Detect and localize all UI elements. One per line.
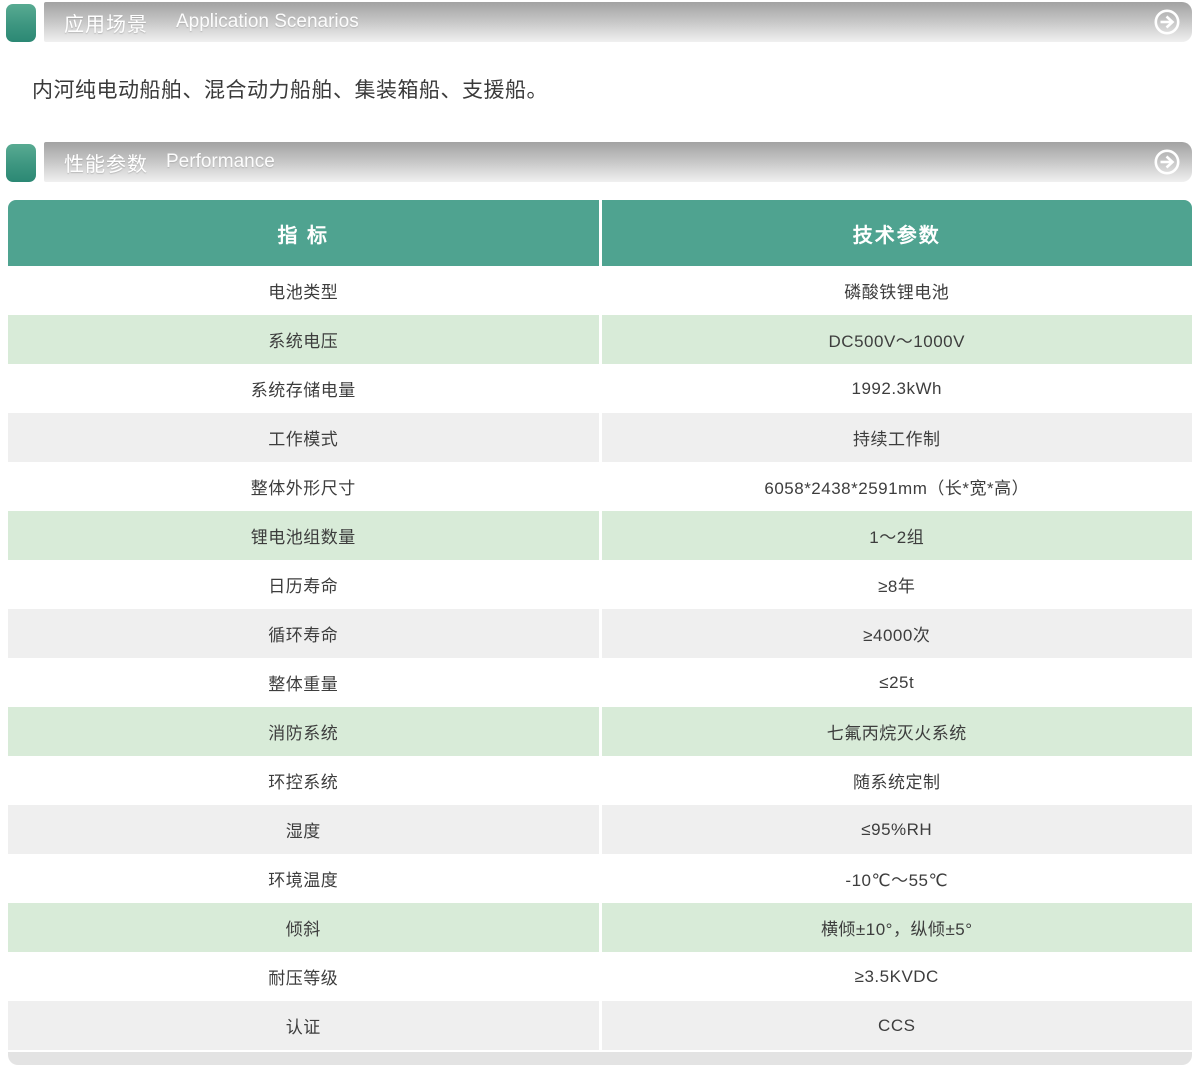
section-header-performance: 性能参数 Performance: [6, 142, 1192, 182]
indicator-cell: 环境温度: [8, 854, 599, 903]
table-row: 日历寿命≥8年: [8, 560, 1192, 609]
teal-accent-square-icon: [6, 144, 36, 182]
table-row: 环控系统随系统定制: [8, 756, 1192, 805]
value-cell: 持续工作制: [602, 413, 1193, 462]
indicator-cell: 系统电压: [8, 315, 599, 364]
value-cell: 1992.3kWh: [602, 364, 1193, 413]
indicator-cell: 倾斜: [8, 903, 599, 952]
indicator-cell: 整体重量: [8, 658, 599, 707]
table-row: 工作模式持续工作制: [8, 413, 1192, 462]
indicator-cell: 工作模式: [8, 413, 599, 462]
table-row: 湿度≤95%RH: [8, 805, 1192, 854]
value-cell: 七氟丙烷灭火系统: [602, 707, 1193, 756]
value-cell: DC500V～1000V: [602, 315, 1193, 364]
teal-accent-square-icon: [6, 4, 36, 42]
application-scenarios-text: 内河纯电动船舶、混合动力船舶、集装箱船、支援船。: [32, 74, 1168, 104]
table-row: 整体重量≤25t: [8, 658, 1192, 707]
indicator-cell: 日历寿命: [8, 560, 599, 609]
indicator-cell: 湿度: [8, 805, 599, 854]
performance-header-bar: 性能参数 Performance: [44, 142, 1192, 182]
table-row: 循环寿命≥4000次: [8, 609, 1192, 658]
header-cell-indicator: 指 标: [8, 200, 599, 266]
value-cell: ≥8年: [602, 560, 1193, 609]
indicator-cell: 系统存储电量: [8, 364, 599, 413]
table-row: 耐压等级≥3.5KVDC: [8, 952, 1192, 1001]
section-title-en: Application Scenarios: [176, 11, 359, 33]
application-header-bar: 应用场景 Application Scenarios: [44, 2, 1192, 42]
table-row: 环境温度-10℃～55℃: [8, 854, 1192, 903]
value-cell: 随系统定制: [602, 756, 1193, 805]
value-cell: ≥4000次: [602, 609, 1193, 658]
indicator-cell: 耐压等级: [8, 952, 599, 1001]
circle-right-arrow-icon: [1154, 9, 1180, 35]
table-row: 电池类型磷酸铁锂电池: [8, 266, 1192, 315]
value-cell: -10℃～55℃: [602, 854, 1193, 903]
indicator-cell: 环控系统: [8, 756, 599, 805]
table-row: 整体外形尺寸6058*2438*2591mm（长*宽*高）: [8, 462, 1192, 511]
table-row: 系统电压DC500V～1000V: [8, 315, 1192, 364]
indicator-cell: 锂电池组数量: [8, 511, 599, 560]
value-cell: ≤95%RH: [602, 805, 1193, 854]
section-title-zh: 应用场景: [64, 8, 148, 37]
value-cell: ≤25t: [602, 658, 1193, 707]
indicator-cell: 整体外形尺寸: [8, 462, 599, 511]
value-cell: ≥3.5KVDC: [602, 952, 1193, 1001]
value-cell: 磷酸铁锂电池: [602, 266, 1193, 315]
value-cell: 1～2组: [602, 511, 1193, 560]
table-bottom-edge: [8, 1052, 1192, 1065]
indicator-cell: 消防系统: [8, 707, 599, 756]
value-cell: CCS: [602, 1001, 1193, 1050]
header-cell-value: 技术参数: [602, 200, 1193, 266]
section-title-en: Performance: [166, 151, 275, 173]
value-cell: 横倾±10°，纵倾±5°: [602, 903, 1193, 952]
value-cell: 6058*2438*2591mm（长*宽*高）: [602, 462, 1193, 511]
table-row: 锂电池组数量1～2组: [8, 511, 1192, 560]
section-header-application: 应用场景 Application Scenarios: [6, 0, 1192, 40]
indicator-cell: 循环寿命: [8, 609, 599, 658]
indicator-cell: 认证: [8, 1001, 599, 1050]
table-row: 认证CCS: [8, 1001, 1192, 1050]
table-row: 倾斜横倾±10°，纵倾±5°: [8, 903, 1192, 952]
table-row: 消防系统七氟丙烷灭火系统: [8, 707, 1192, 756]
indicator-cell: 电池类型: [8, 266, 599, 315]
spec-table: 指 标 技术参数 电池类型磷酸铁锂电池系统电压DC500V～1000V系统存储电…: [8, 200, 1192, 1065]
circle-right-arrow-icon: [1154, 149, 1180, 175]
table-header-row: 指 标 技术参数: [8, 200, 1192, 266]
table-body: 电池类型磷酸铁锂电池系统电压DC500V～1000V系统存储电量1992.3kW…: [8, 266, 1192, 1050]
section-title-zh: 性能参数: [64, 148, 148, 177]
table-row: 系统存储电量1992.3kWh: [8, 364, 1192, 413]
